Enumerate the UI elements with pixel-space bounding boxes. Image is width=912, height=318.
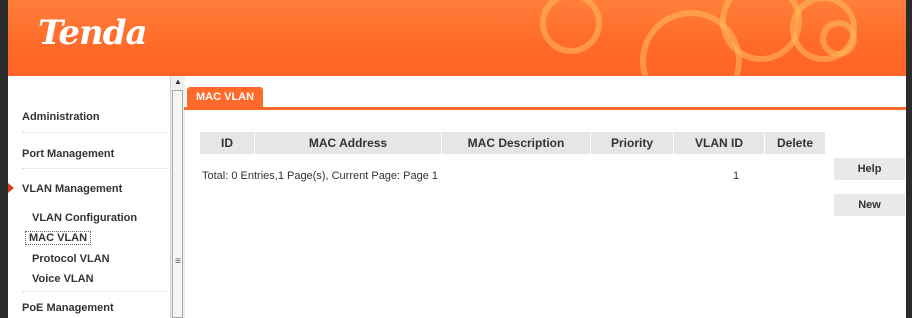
- window-border-left: [0, 0, 8, 76]
- mac-vlan-table: ID MAC Address MAC Description Priority …: [200, 132, 826, 154]
- sidebar-item-vlan-management[interactable]: VLAN Management: [22, 183, 122, 195]
- column-header-mac-address: MAC Address: [254, 132, 442, 154]
- table-header-row: ID MAC Address MAC Description Priority …: [200, 132, 826, 154]
- sidebar-item-voice-vlan[interactable]: Voice VLAN: [32, 273, 94, 285]
- sidebar-item-vlan-configuration[interactable]: VLAN Configuration: [32, 212, 137, 224]
- sidebar-divider: [22, 291, 172, 292]
- new-button[interactable]: New: [834, 194, 905, 216]
- sidebar-scrollbar[interactable]: ▲ ≡: [170, 76, 185, 318]
- column-header-id: ID: [200, 132, 255, 154]
- scrollbar-thumb[interactable]: ≡: [172, 90, 183, 318]
- sidebar-item-administration[interactable]: Administration: [22, 111, 100, 123]
- sidebar-item-port-management[interactable]: Port Management: [22, 148, 114, 160]
- help-button[interactable]: Help: [834, 158, 905, 180]
- column-header-priority: Priority: [590, 132, 674, 154]
- page-value: 1: [733, 170, 740, 182]
- sidebar-divider: [22, 132, 172, 133]
- scroll-up-arrow-icon[interactable]: ▲: [171, 76, 185, 88]
- sidebar-item-protocol-vlan[interactable]: Protocol VLAN: [32, 253, 110, 265]
- grip-icon: ≡: [175, 256, 181, 267]
- column-header-mac-description: MAC Description: [441, 132, 591, 154]
- expanded-arrow-icon: [8, 183, 14, 193]
- column-header-delete: Delete: [764, 132, 826, 154]
- column-header-vlan-id: VLAN ID: [673, 132, 765, 154]
- sidebar-item-poe-management[interactable]: PoE Management: [22, 302, 114, 314]
- tab-mac-vlan[interactable]: MAC VLAN: [187, 87, 264, 108]
- decorative-circle: [820, 20, 857, 57]
- tenda-logo: Tenda: [38, 13, 148, 53]
- top-banner: Tenda: [0, 0, 912, 76]
- pagination-summary: Total: 0 Entries,1 Page(s), Current Page…: [202, 170, 439, 182]
- window-border-right: [906, 76, 912, 318]
- window-border-right: [906, 0, 912, 76]
- window-border-left: [0, 76, 8, 318]
- sidebar: Administration Port Management VLAN Mana…: [8, 76, 172, 318]
- sidebar-item-mac-vlan[interactable]: MAC VLAN: [25, 231, 92, 245]
- decorative-circle: [540, 0, 602, 54]
- tab-underline: [184, 107, 906, 110]
- sidebar-divider: [22, 168, 172, 169]
